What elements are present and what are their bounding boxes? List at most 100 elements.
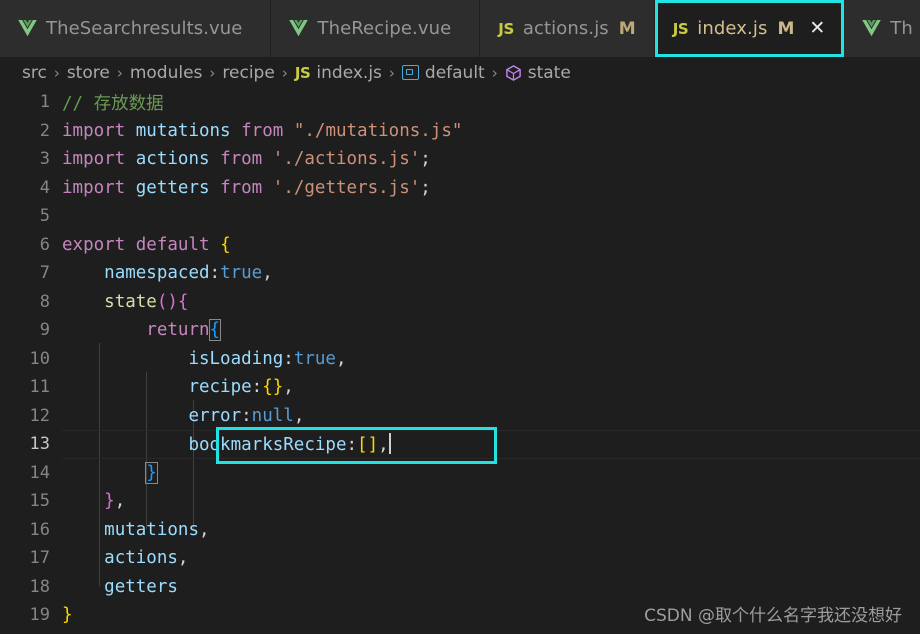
breadcrumb-item-default[interactable]: default (401, 62, 485, 83)
token-punctuation: , (114, 491, 126, 512)
line-number: 19 (29, 605, 50, 626)
editor-line: 18 getters (0, 573, 920, 602)
editor-line-current: 13 bookmarksRecipe:[], (0, 430, 920, 459)
breadcrumb-separator: › (388, 63, 395, 82)
vue-icon (18, 20, 37, 37)
breadcrumb-label: default (424, 62, 485, 83)
line-content: state(){ (62, 292, 920, 312)
token-keyword: import (62, 177, 126, 198)
token-punctuation: : (241, 405, 252, 426)
breadcrumb-item-src[interactable]: src (22, 63, 47, 83)
token-bracket: [] (357, 435, 379, 456)
editor-line: 17 actions, (0, 544, 920, 573)
tab-therecipe-vue[interactable]: TheRecipe.vue (271, 0, 481, 57)
token-identifier: mutations (135, 120, 231, 141)
token-constant: null (251, 405, 294, 426)
tab-label: actions.js (522, 18, 609, 39)
token-keyword: from (220, 149, 263, 170)
token-punctuation: ; (420, 149, 431, 170)
line-number: 3 (39, 149, 50, 170)
editor-line: 16 mutations, (0, 516, 920, 545)
token-punctuation: : (346, 435, 358, 456)
token-constant: true (220, 263, 263, 284)
line-content: return{ (62, 319, 920, 342)
token-keyword: import (62, 149, 126, 170)
javascript-icon: JS (498, 19, 514, 38)
editor-line: 7 namespaced:true, (0, 259, 920, 288)
line-number: 18 (29, 576, 50, 597)
token-bracket: } (104, 491, 115, 512)
tab-thesearchresults-vue[interactable]: TheSearchresults.vue (0, 0, 272, 57)
token-identifier: actions (135, 149, 210, 170)
token-string: "./mutations.js" (293, 120, 463, 141)
line-number: 17 (29, 548, 50, 569)
token-punctuation: , (293, 405, 305, 426)
token-bracket-match: { (208, 319, 222, 342)
token-keyword: return (146, 320, 210, 341)
editor-line: 14 } (0, 459, 920, 488)
watermark: CSDN @取个什么名字我还没想好 (644, 606, 902, 626)
line-content: // 存放数据 (62, 90, 920, 115)
line-number: 16 (29, 519, 50, 540)
line-content: mutations, (62, 520, 920, 540)
breadcrumb-label: src (22, 62, 47, 83)
editor-line: 10 isLoading:true, (0, 345, 920, 374)
token-punctuation: ; (420, 177, 431, 198)
token-bracket: } (62, 605, 73, 626)
breadcrumb-separator: › (491, 63, 498, 82)
editor-line: 3 import actions from './actions.js'; (0, 145, 920, 174)
editor-line: 4 import getters from './getters.js'; (0, 174, 920, 203)
editor-line: 1 // 存放数据 (0, 88, 920, 117)
line-content: isLoading:true, (62, 349, 920, 369)
javascript-icon: JS (672, 19, 689, 38)
line-number: 2 (39, 120, 50, 141)
tab-index-js[interactable]: JS index.js M ✕ (654, 0, 845, 57)
token-property: bookmarksRecipe (188, 435, 347, 456)
editor-line: 9 return{ (0, 316, 920, 345)
editor-line: 5 (0, 202, 920, 231)
token-bracket: {} (262, 377, 284, 398)
editor-line: 2 import mutations from "./mutations.js" (0, 117, 920, 146)
token-property: namespaced (104, 263, 210, 284)
breadcrumb-label: modules (129, 62, 203, 83)
token-keyword: from (241, 120, 284, 141)
line-number: 5 (39, 206, 50, 227)
token-property: actions (104, 548, 178, 569)
editor-line: 11 recipe:{}, (0, 373, 920, 402)
line-number: 14 (29, 462, 50, 483)
tab-dirty-indicator: M (777, 18, 795, 39)
code-editor[interactable]: 1 // 存放数据 2 import mutations from "./mut… (0, 88, 920, 634)
token-property: mutations (104, 519, 199, 540)
token-punctuation: , (335, 348, 347, 369)
line-content: }, (62, 491, 920, 511)
line-content: } (62, 461, 920, 484)
breadcrumb-item-store[interactable]: store (67, 63, 110, 83)
text-cursor (388, 433, 391, 455)
tab-overflow-vue[interactable]: Th (844, 0, 920, 57)
token-comment: // 存放数据 (62, 93, 164, 114)
token-keyword: from (220, 177, 263, 198)
line-number: 10 (29, 348, 50, 369)
tab-actions-js[interactable]: JS actions.js M (480, 0, 655, 57)
line-number: 11 (29, 377, 50, 398)
tab-dirty-indicator: M (618, 18, 636, 39)
line-content: error:null, (62, 406, 920, 426)
token-constant: true (293, 348, 336, 369)
breadcrumb-separator: › (281, 63, 288, 82)
breadcrumb-separator: › (53, 63, 60, 82)
breadcrumb: src › store › modules › recipe › JS inde… (0, 57, 920, 88)
line-content: namespaced:true, (62, 263, 920, 283)
breadcrumb-label: index.js (316, 62, 382, 83)
editor-line: 12 error:null, (0, 402, 920, 431)
token-keyword: import (62, 120, 126, 141)
breadcrumb-item-recipe[interactable]: recipe (222, 63, 274, 83)
breadcrumb-label: store (66, 62, 110, 83)
breadcrumb-item-state[interactable]: state (505, 63, 571, 83)
line-content: actions, (62, 548, 920, 568)
breadcrumb-label: state (527, 62, 571, 83)
breadcrumb-item-modules[interactable]: modules (130, 63, 203, 83)
line-content: export default { (62, 235, 920, 255)
close-icon[interactable]: ✕ (809, 19, 825, 38)
line-number: 7 (39, 263, 50, 284)
breadcrumb-item-index-js[interactable]: JS index.js (295, 63, 382, 83)
